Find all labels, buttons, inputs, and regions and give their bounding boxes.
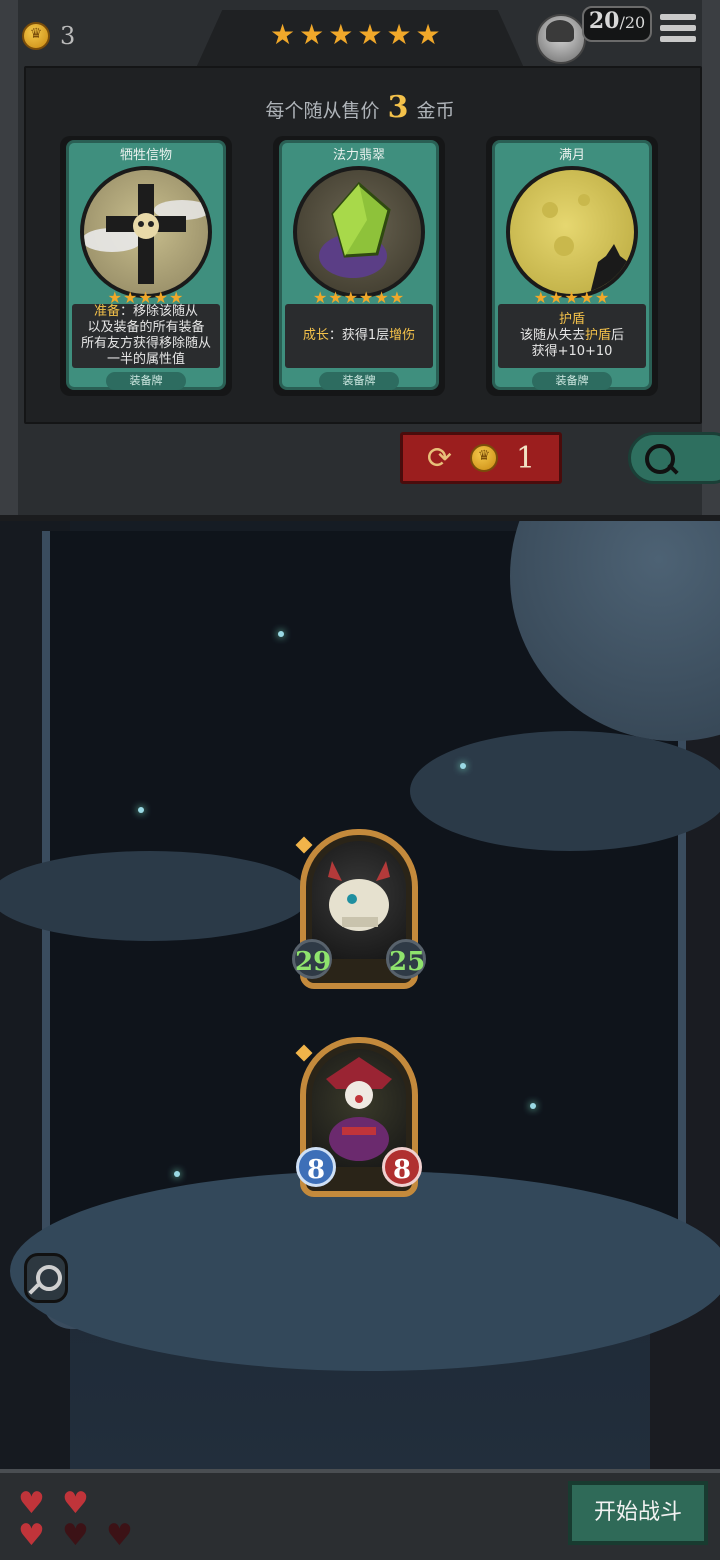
desc-keyword: 成长 xyxy=(302,328,329,343)
skull-cross-icon xyxy=(80,166,212,298)
card-type-tag: 装备牌 xyxy=(106,372,186,390)
star-icon: ★ xyxy=(386,18,412,51)
star-icon: ★ xyxy=(328,18,354,51)
population-badge: 20 / 20 xyxy=(582,6,652,42)
unit-attack: 8 xyxy=(296,1147,336,1187)
firefly xyxy=(530,1103,536,1109)
card-type-tag: 装备牌 xyxy=(319,372,399,390)
shop-search-button[interactable] xyxy=(628,432,720,484)
unit-health: 25 xyxy=(386,939,426,979)
desc-text: 获得+10+10 xyxy=(531,344,613,359)
card-name: 牺牲信物 xyxy=(119,148,172,163)
star-icon: ★ xyxy=(299,18,325,51)
card-description: 成长：获得1层增伤 xyxy=(285,304,433,368)
card-name: 法力翡翠 xyxy=(332,148,385,163)
population-max: 20 xyxy=(624,13,646,32)
board-unit-jester[interactable]: 8 8 xyxy=(295,1037,422,1197)
search-icon xyxy=(645,444,675,474)
desc-text: 该随从失去 xyxy=(519,328,585,343)
population-current: 20 xyxy=(588,8,620,34)
bone-dragon-portrait-icon xyxy=(312,841,406,959)
desc-highlight: 护盾 xyxy=(584,328,611,343)
desc-text: 后 xyxy=(611,328,625,343)
search-icon xyxy=(36,1265,62,1291)
gold-coin-icon xyxy=(22,22,50,50)
heart-full-icon: ♥ xyxy=(18,1518,45,1553)
card-description: 护盾 该随从失去护盾后 获得+10+10 xyxy=(498,304,646,368)
card-description: 准备：移除该随从 以及装备的所有装备 所有友方获得移除随从 一半的属性值 xyxy=(72,304,220,368)
star-icon: ★ xyxy=(270,18,296,51)
heart-empty-icon: ♥ xyxy=(106,1518,133,1553)
shop-card-sacrifice-token[interactable]: 牺牲信物 ★★★★★ 准备：移除该随从 以及装备的所有装备 所有友方获得移除随从… xyxy=(60,136,232,396)
unit-attack: 29 xyxy=(292,939,332,979)
gold-counter: 3 xyxy=(22,22,75,50)
start-battle-button[interactable]: 开始战斗 xyxy=(568,1481,708,1545)
shop-card-full-moon[interactable]: 满月 ★★★★★ 护盾 该随从失去护盾后 获得+10+10 装备牌 xyxy=(486,136,658,396)
inspect-button[interactable] xyxy=(24,1253,68,1303)
shop-tier-stars: ★ ★ ★ ★ ★ ★ xyxy=(270,20,441,50)
firefly xyxy=(278,631,284,637)
cloud xyxy=(10,1171,720,1371)
gold-coin-icon xyxy=(470,444,499,472)
player-avatar-icon[interactable] xyxy=(536,14,586,64)
shop-panel: 3 ★★★★★★ 20 / 20 每个随从售价3金币 牺牲信物 ★★★★★ 准备… xyxy=(0,0,720,521)
heart-full-icon: ♥ xyxy=(18,1486,45,1521)
desc-keyword: 准备 xyxy=(93,304,120,319)
green-crystal-icon xyxy=(293,166,425,298)
firefly xyxy=(138,807,144,813)
heart-full-icon: ♥ xyxy=(62,1486,89,1521)
gold-value: 3 xyxy=(60,22,76,50)
refresh-shop-button[interactable]: ⟳ 1 xyxy=(400,432,562,484)
desc-line: 所有友方获得移除随从 xyxy=(80,336,211,351)
price-value: 3 xyxy=(387,90,409,125)
desc-line: 以及装备的所有装备 xyxy=(87,320,205,335)
star-icon: ★ xyxy=(415,18,441,51)
sell-price-line: 每个随从售价 3 金币 xyxy=(0,90,720,125)
heart-empty-icon: ♥ xyxy=(62,1518,89,1553)
card-type-tag: 装备牌 xyxy=(532,372,612,390)
price-suffix: 金币 xyxy=(416,100,455,122)
unit-health: 8 xyxy=(382,1147,422,1187)
desc-highlight: 增伤 xyxy=(389,328,416,343)
desc-line: 一半的属性值 xyxy=(106,352,185,367)
battle-board: 29 25 8 8 ♥ ♥ ♥ ♥ ♥ 开始战斗 xyxy=(0,521,720,1560)
board-unit-bone-dragon[interactable]: 29 25 xyxy=(292,829,426,989)
desc-title: 护盾 xyxy=(558,312,585,327)
firefly xyxy=(174,1171,180,1177)
full-moon-wolf-icon xyxy=(506,166,638,298)
price-prefix: 每个随从售价 xyxy=(265,100,380,122)
cloud xyxy=(0,851,310,941)
hamburger-menu-icon[interactable] xyxy=(660,14,696,48)
desc-line: ：移除该随从 xyxy=(120,304,199,319)
shop-card-mana-jade[interactable]: 法力翡翠 ★★★★★★ 成长：获得1层增伤 装备牌 xyxy=(273,136,445,396)
firefly xyxy=(460,763,466,769)
cloud xyxy=(410,731,720,851)
refresh-icon: ⟳ xyxy=(426,440,453,476)
desc-mid: ：获得1层 xyxy=(328,328,390,343)
moon-backdrop xyxy=(510,521,720,741)
star-icon: ★ xyxy=(357,18,383,51)
left-rail xyxy=(0,0,18,515)
card-name: 满月 xyxy=(558,148,585,163)
refresh-cost: 1 xyxy=(516,440,536,476)
